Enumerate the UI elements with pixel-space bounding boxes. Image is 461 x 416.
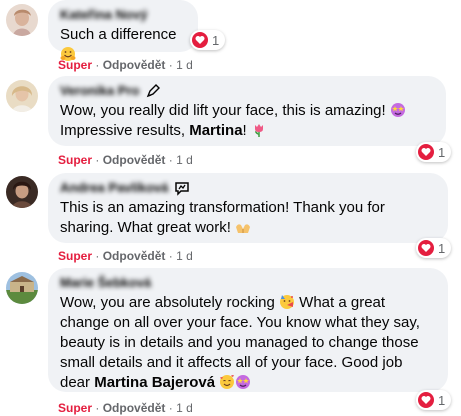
reaction-count[interactable]: 1: [416, 142, 452, 162]
face-with-party-horn-emoji: [279, 294, 295, 310]
avatar[interactable]: [6, 80, 38, 112]
tulip-emoji: [251, 122, 267, 138]
star-struck-emoji: [235, 374, 251, 390]
timestamp[interactable]: 1 d: [176, 58, 193, 72]
avatar[interactable]: [6, 176, 38, 208]
comment-author[interactable]: Veronika Pro: [60, 83, 139, 99]
smiling-face-with-hearts-emoji: [219, 374, 235, 390]
timestamp[interactable]: 1 d: [176, 153, 193, 167]
comment-text: This is an amazing transformation! Thank…: [60, 199, 385, 236]
heart-reaction-icon: [418, 144, 434, 160]
comment-bubble: Marie Šebková Wow, you are absolutely ro…: [48, 268, 448, 392]
mention-link[interactable]: Martina: [189, 122, 242, 139]
comment-actions: Super · Odpovědět · 1 d: [58, 153, 193, 167]
comment-text: Wow, you really did lift your face, this…: [60, 101, 434, 141]
reply-link[interactable]: Odpovědět: [103, 153, 166, 167]
mention-link[interactable]: Martina Bajerová: [94, 374, 215, 391]
comment-actions: Super · Odpovědět · 1 d: [58, 401, 193, 415]
comment-actions: Super · Odpovědět · 1 d: [58, 58, 193, 72]
reply-link[interactable]: Odpovědět: [103, 401, 166, 415]
comment-bubble: Andrea Pavlíková This is an amazing tran…: [48, 173, 448, 243]
reply-link[interactable]: Odpovědět: [103, 249, 166, 263]
super-reaction-link[interactable]: Super: [58, 249, 92, 263]
heart-reaction-icon: [418, 392, 434, 408]
palms-up-together-emoji: [235, 219, 251, 235]
comment-author[interactable]: Andrea Pavlíková: [60, 180, 168, 196]
comment-author[interactable]: Marie Šebková: [60, 275, 436, 291]
heart-reaction-icon: [192, 32, 208, 48]
reaction-count[interactable]: 1: [416, 238, 452, 258]
comment-text: Wow, you are absolutely rocking What a g…: [60, 294, 420, 391]
heart-reaction-icon: [418, 240, 434, 256]
super-reaction-link[interactable]: Super: [58, 153, 92, 167]
comment-actions: Super · Odpovědět · 1 d: [58, 249, 193, 263]
comment-author[interactable]: Kateřina Nový: [60, 7, 186, 23]
super-reaction-link[interactable]: Super: [58, 58, 92, 72]
star-struck-emoji: [390, 102, 406, 118]
timestamp[interactable]: 1 d: [176, 401, 193, 415]
avatar[interactable]: [6, 4, 38, 36]
reaction-count[interactable]: 1: [416, 390, 452, 410]
reaction-count[interactable]: 1: [190, 30, 226, 50]
comment-bubble: Kateřina Nový Such a difference: [48, 0, 198, 61]
reply-link[interactable]: Odpovědět: [103, 58, 166, 72]
super-reaction-link[interactable]: Super: [58, 401, 92, 415]
timestamp[interactable]: 1 d: [176, 249, 193, 263]
comment-bubble: Veronika Pro Wow, you really did lift yo…: [48, 76, 446, 146]
pen-badge-icon[interactable]: [145, 83, 161, 99]
avatar[interactable]: [6, 272, 38, 304]
chat-badge-icon[interactable]: [174, 180, 190, 196]
